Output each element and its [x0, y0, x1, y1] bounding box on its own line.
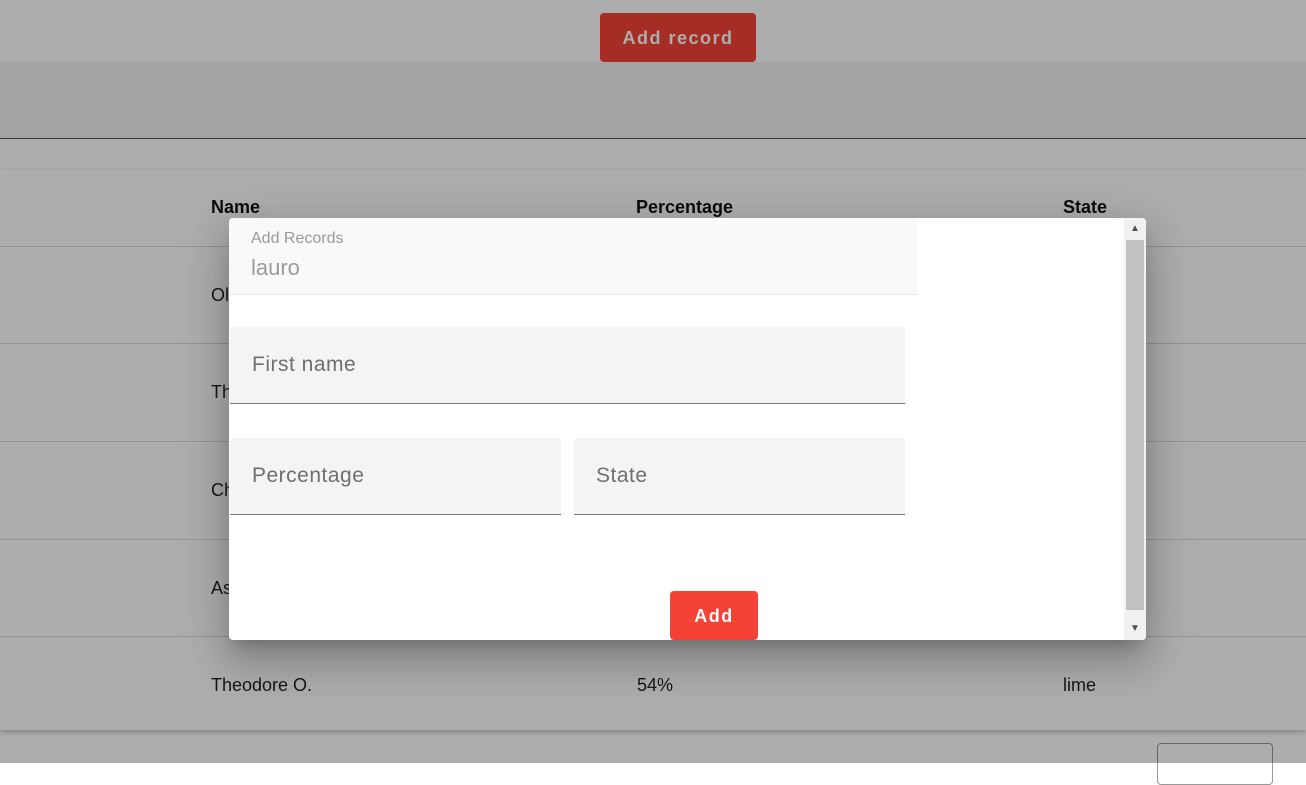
percentage-field[interactable]: Percentage — [230, 438, 561, 515]
triangle-down-icon[interactable]: ▼ — [1124, 618, 1146, 640]
dialog-header-label: Add Records — [251, 230, 344, 247]
dialog-header-field: Add Records lauro — [229, 218, 917, 295]
first-name-field[interactable]: First name — [230, 327, 905, 404]
triangle-up-icon[interactable]: ▲ — [1124, 218, 1146, 240]
dialog-header-value: lauro — [251, 255, 300, 280]
add-records-dialog: Add Records lauro First name Percentage … — [229, 218, 1146, 640]
scrollbar-thumb[interactable] — [1126, 240, 1144, 610]
add-button[interactable]: Add — [670, 591, 758, 640]
first-name-label: First name — [252, 353, 357, 376]
percentage-label: Percentage — [252, 464, 365, 487]
state-field[interactable]: State — [574, 438, 905, 515]
state-label: State — [596, 464, 648, 487]
dialog-scrollbar[interactable]: ▲ ▼ — [1124, 218, 1146, 640]
